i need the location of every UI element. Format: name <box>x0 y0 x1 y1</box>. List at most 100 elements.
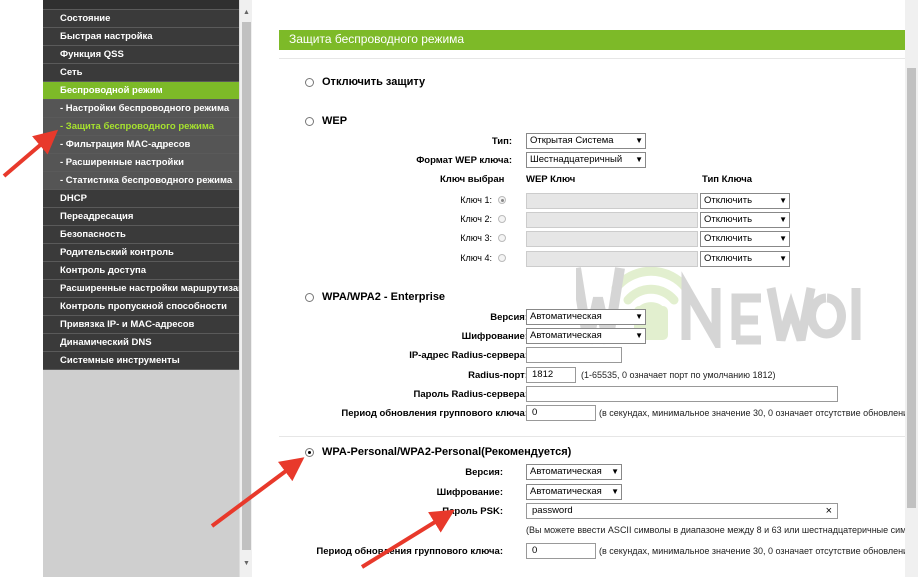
pers-encryption-select[interactable]: Автоматическая ▼ <box>526 484 622 500</box>
wep-key-type-select[interactable]: Отключить ▼ <box>700 212 790 228</box>
wep-format-value: Шестнадцатеричный <box>530 154 623 165</box>
sidebar-item[interactable]: - Статистика беспроводного режима <box>43 172 239 190</box>
pers-encryption-value: Автоматическая <box>530 486 602 497</box>
divider <box>279 58 911 59</box>
wep-key-select-radio[interactable] <box>498 215 506 223</box>
wep-key-input[interactable] <box>526 251 698 267</box>
wep-key-label: Ключ 4: <box>460 253 492 263</box>
sidebar-item[interactable]: Безопасность <box>43 226 239 244</box>
sidebar-item[interactable]: Расширенные настройки маршрутизации <box>43 280 239 298</box>
wep-key-type-select[interactable]: Отключить ▼ <box>700 231 790 247</box>
radius-port-hint: (1-65535, 0 означает порт по умолчанию 1… <box>581 370 776 380</box>
psk-label: Пароль PSK: <box>442 506 503 517</box>
main-scrollbar[interactable] <box>905 0 918 577</box>
radius-ip-label: IP-адрес Radius-сервера: <box>409 350 528 361</box>
wep-key-input[interactable] <box>526 193 698 209</box>
wep-col-selected: Ключ выбран <box>440 174 505 185</box>
section-divider <box>279 436 911 437</box>
radius-ip-input[interactable] <box>526 347 622 363</box>
wep-title: WEP <box>322 115 348 127</box>
pers-group-key-label: Период обновления группового ключа: <box>316 546 503 557</box>
sidebar-item[interactable]: - Расширенные настройки <box>43 154 239 172</box>
ent-version-select[interactable]: Автоматическая ▼ <box>526 309 646 325</box>
wep-key-type-value: Отключить <box>704 195 753 206</box>
ent-version-label: Версия: <box>490 312 528 323</box>
disable-security-radio[interactable] <box>305 78 314 87</box>
chevron-down-icon: ▼ <box>779 215 787 224</box>
sidebar-item[interactable]: - Фильтрация MAC-адресов <box>43 136 239 154</box>
sidebar-item[interactable]: Системные инструменты <box>43 352 239 370</box>
radius-password-label: Пароль Radius-сервера: <box>413 389 528 400</box>
wep-key-select-radio[interactable] <box>498 254 506 262</box>
wep-key-select-radio[interactable] <box>498 234 506 242</box>
psk-input[interactable]: password × <box>526 503 838 519</box>
pers-version-value: Автоматическая <box>530 466 602 477</box>
chevron-down-icon: ▼ <box>635 331 643 340</box>
sidebar-item[interactable]: Беспроводной режим <box>43 82 239 100</box>
main-scroll-thumb[interactable] <box>907 68 916 508</box>
wep-key-type-select[interactable]: Отключить ▼ <box>700 251 790 267</box>
scroll-down-icon[interactable]: ▼ <box>243 560 250 567</box>
sidebar-item[interactable]: Родительский контроль <box>43 244 239 262</box>
pers-group-key-input[interactable]: 0 <box>526 543 596 559</box>
wep-key-input[interactable] <box>526 212 698 228</box>
sidebar-scrollbar[interactable]: ▲ ▼ <box>239 0 252 577</box>
wep-format-label: Формат WEP ключа: <box>416 155 512 166</box>
chevron-down-icon: ▼ <box>611 487 619 496</box>
wep-key-type-value: Отключить <box>704 253 753 264</box>
chevron-down-icon: ▼ <box>611 467 619 476</box>
wep-type-select[interactable]: Открытая Система ▼ <box>526 133 646 149</box>
sidebar-item[interactable]: - Защита беспроводного режима <box>43 118 239 136</box>
psk-value: password <box>532 505 573 516</box>
sidebar-top-spacer <box>43 0 239 10</box>
ent-group-key-input[interactable]: 0 <box>526 405 596 421</box>
chevron-down-icon: ▼ <box>635 136 643 145</box>
ent-encryption-select[interactable]: Автоматическая ▼ <box>526 328 646 344</box>
main-content: Защита беспроводного режима Отключить за… <box>256 0 911 577</box>
radius-password-input[interactable] <box>526 386 838 402</box>
sidebar-item[interactable]: Состояние <box>43 10 239 28</box>
chevron-down-icon: ▼ <box>635 312 643 321</box>
pers-encryption-label: Шифрование: <box>436 487 503 498</box>
wep-key-label: Ключ 2: <box>460 214 492 224</box>
sidebar-item[interactable]: Динамический DNS <box>43 334 239 352</box>
chevron-down-icon: ▼ <box>635 155 643 164</box>
wep-type-label: Тип: <box>491 136 512 147</box>
sidebar-scroll-thumb[interactable] <box>242 22 251 550</box>
pers-group-key-hint: (в секундах, минимальное значение 30, 0 … <box>599 546 905 556</box>
wep-key-label: Ключ 3: <box>460 233 492 243</box>
sidebar-item[interactable]: DHCP <box>43 190 239 208</box>
wpa-personal-radio[interactable] <box>305 448 314 457</box>
sidebar-item-list: Состояние Быстрая настройка Функция QSS Сет… <box>43 10 239 370</box>
sidebar-item[interactable]: Контроль пропускной способности <box>43 298 239 316</box>
chevron-down-icon: ▼ <box>779 254 787 263</box>
radius-port-label: Radius-порт: <box>468 370 528 381</box>
ent-group-key-hint: (в секундах, минимальное значение 30, 0 … <box>599 408 905 418</box>
pers-version-select[interactable]: Автоматическая ▼ <box>526 464 622 480</box>
ent-group-key-label: Период обновления группового ключа: <box>341 408 528 419</box>
wep-col-key: WEP Ключ <box>526 174 576 185</box>
wep-type-value: Открытая Система <box>530 135 614 146</box>
sidebar-item[interactable]: Быстрая настройка <box>43 28 239 46</box>
sidebar-item[interactable]: Переадресация <box>43 208 239 226</box>
sidebar-item[interactable]: Контроль доступа <box>43 262 239 280</box>
wpa-personal-title: WPA-Personal/WPA2-Personal(Рекомендуется… <box>322 446 572 458</box>
wep-radio[interactable] <box>305 117 314 126</box>
pers-version-label: Версия: <box>465 467 503 478</box>
wpa-enterprise-title: WPA/WPA2 - Enterprise <box>322 291 446 303</box>
scroll-up-icon[interactable]: ▲ <box>243 9 250 16</box>
wep-format-select[interactable]: Шестнадцатеричный ▼ <box>526 152 646 168</box>
chevron-down-icon: ▼ <box>779 196 787 205</box>
sidebar-item[interactable]: Функция QSS <box>43 46 239 64</box>
sidebar-item[interactable]: Привязка IP- и MAC-адресов <box>43 316 239 334</box>
sidebar-item[interactable]: - Настройки беспроводного режима <box>43 100 239 118</box>
wep-key-type-value: Отключить <box>704 214 753 225</box>
sidebar-item[interactable]: Сеть <box>43 64 239 82</box>
clear-icon[interactable]: × <box>826 504 832 518</box>
wep-key-input[interactable] <box>526 231 698 247</box>
radius-port-input[interactable]: 1812 <box>526 367 576 383</box>
wpa-enterprise-radio[interactable] <box>305 293 314 302</box>
page-title: Защита беспроводного режима <box>279 30 911 50</box>
wep-key-type-select[interactable]: Отключить ▼ <box>700 193 790 209</box>
wep-key-select-radio[interactable] <box>498 196 506 204</box>
